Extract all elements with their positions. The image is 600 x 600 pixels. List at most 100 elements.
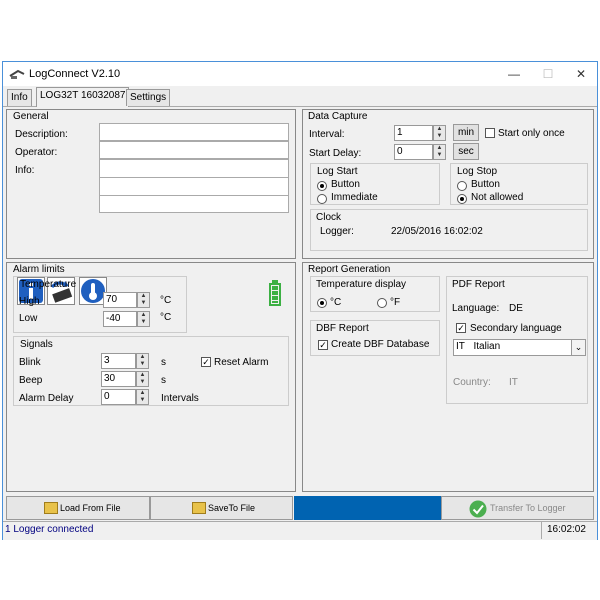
status-message: 1 Logger connected (5, 524, 94, 535)
log-stop-title: Log Stop (457, 166, 498, 177)
log-stop-not-allowed-label: Not allowed (471, 192, 524, 203)
beep-input[interactable]: 30 (101, 371, 136, 387)
celsius-label: °C (330, 297, 342, 308)
high-label: High (19, 296, 40, 307)
start-delay-stepper[interactable]: ▲ ▼ (433, 144, 446, 160)
load-from-file-label: Load From File (60, 503, 121, 513)
general-title: General (13, 111, 49, 122)
high-stepper[interactable]: ▲ ▼ (137, 292, 150, 308)
low-unit: °C (160, 312, 172, 323)
folder-save-icon (192, 502, 206, 514)
log-stop-group: Log Stop Button Not allowed (450, 163, 588, 205)
start-delay-label: Start Delay: (309, 148, 362, 159)
tab-strip: Info LOG32T 16032087 Settings (3, 86, 597, 107)
save-to-file-button[interactable]: SaveTo File (150, 496, 293, 520)
country-label: Country: (453, 377, 491, 388)
status-bar: 1 Logger connected 16:02:02 (3, 521, 597, 540)
save-to-file-label: SaveTo File (208, 503, 256, 513)
log-start-title: Log Start (317, 166, 358, 177)
beep-label: Beep (19, 375, 43, 386)
secondary-language-select[interactable]: IT Italian ⌄ (453, 339, 586, 356)
fahrenheit-radio[interactable] (377, 298, 387, 308)
interval-unit-button[interactable]: min (453, 124, 479, 141)
secondary-language-checkbox[interactable]: ✓ (456, 323, 466, 333)
chevron-down-icon[interactable]: ⌄ (571, 340, 585, 355)
signals-group: Signals Blink 3 ▲ ▼ s ✓ Reset Alarm Beep … (13, 336, 289, 406)
operator-field[interactable] (99, 141, 289, 159)
log-start-button-radio[interactable] (317, 181, 327, 191)
beep-stepper[interactable]: ▲ ▼ (136, 371, 149, 387)
info-field[interactable] (99, 159, 289, 213)
interval-input[interactable]: 1 (394, 125, 433, 141)
report-generation-title: Report Generation (308, 264, 391, 275)
beep-unit: s (161, 375, 166, 386)
fahrenheit-label: °F (390, 297, 401, 308)
create-dbf-label: Create DBF Database (331, 339, 430, 350)
secondary-language-label: Secondary language (470, 323, 562, 334)
checkmark-icon (469, 500, 487, 518)
low-stepper[interactable]: ▲ ▼ (137, 311, 150, 327)
description-label: Description: (15, 129, 68, 140)
report-generation-panel: Report Generation Temperature display °C… (302, 262, 594, 492)
tab-logger[interactable]: LOG32T 16032087 (36, 87, 130, 107)
secondary-language-name: Italian (473, 341, 501, 352)
clock-logger-value: 22/05/2016 16:02:02 (391, 226, 483, 237)
clock-logger-label: Logger: (320, 226, 354, 237)
dbf-report-group: DBF Report ✓ Create DBF Database (310, 320, 440, 356)
country-value: IT (509, 377, 518, 388)
high-input[interactable]: 70 (103, 292, 137, 308)
language-value: DE (509, 303, 523, 314)
app-icon (9, 69, 25, 79)
log-start-group: Log Start Button Immediate (310, 163, 440, 205)
minimize-button[interactable]: — (497, 62, 531, 86)
start-delay-unit-button[interactable]: sec (453, 143, 479, 160)
close-button[interactable]: ✕ (564, 62, 598, 86)
language-label: Language: (452, 303, 500, 314)
reset-alarm-label: Reset Alarm (214, 357, 269, 368)
celsius-radio[interactable] (317, 298, 327, 308)
status-time-panel: 16:02:02 (541, 522, 598, 539)
secondary-language-code: IT (456, 341, 465, 352)
log-stop-not-allowed-radio[interactable] (457, 194, 467, 204)
interval-stepper[interactable]: ▲ ▼ (433, 125, 446, 141)
low-input[interactable]: -40 (103, 311, 137, 327)
log-stop-button-label: Button (471, 179, 500, 190)
description-field[interactable] (99, 123, 289, 141)
blink-stepper[interactable]: ▲ ▼ (136, 353, 149, 369)
temperature-display-group: Temperature display °C °F (310, 276, 440, 312)
log-start-immediate-radio[interactable] (317, 194, 327, 204)
pdf-report-title: PDF Report (452, 279, 505, 290)
tab-settings[interactable]: Settings (126, 89, 171, 106)
alarm-delay-input[interactable]: 0 (101, 389, 136, 405)
start-only-once-checkbox[interactable] (485, 128, 495, 138)
interval-label: Interval: (309, 129, 345, 140)
dbf-report-title: DBF Report (316, 323, 369, 334)
log-start-button-label: Button (331, 179, 360, 190)
start-delay-input[interactable]: 0 (394, 144, 433, 160)
maximize-button[interactable]: ☐ (531, 62, 565, 86)
status-time: 16:02:02 (547, 524, 586, 535)
temperature-title: Temperature (20, 279, 77, 290)
action-bar: Load From File SaveTo File Transfer To L… (3, 495, 597, 521)
alarm-limits-panel: Alarm limits Temperature High 70 ▲ ▼ °C L… (6, 262, 296, 492)
reset-alarm-checkbox[interactable]: ✓ (201, 357, 211, 367)
log-stop-button-radio[interactable] (457, 181, 467, 191)
alarm-delay-unit: Intervals (161, 393, 199, 404)
alarm-limits-title: Alarm limits (13, 264, 65, 275)
info-label: Info: (15, 165, 35, 176)
load-from-file-button[interactable]: Load From File (6, 496, 150, 520)
operator-label: Operator: (15, 147, 58, 158)
clock-title: Clock (316, 212, 342, 223)
tab-content: General Description: Operator: Info: Dat… (3, 107, 597, 495)
window-title: LogConnect V2.10 (29, 68, 121, 80)
blink-input[interactable]: 3 (101, 353, 136, 369)
title-bar[interactable]: LogConnect V2.10 — ☐ ✕ (3, 62, 597, 86)
temperature-group: Temperature High 70 ▲ ▼ °C Low -40 ▲ ▼ °C (13, 276, 187, 333)
data-capture-panel: Data Capture Interval: 1 ▲ ▼ min Start on… (302, 109, 594, 259)
create-dbf-checkbox[interactable]: ✓ (318, 340, 328, 350)
transfer-to-logger-label: Transfer To Logger (490, 503, 566, 513)
tab-info[interactable]: Info (7, 89, 32, 106)
transfer-to-logger-button[interactable]: Transfer To Logger (441, 496, 594, 520)
alarm-delay-stepper[interactable]: ▲ ▼ (136, 389, 149, 405)
app-window: LogConnect V2.10 — ☐ ✕ Info LOG32T 16032… (2, 61, 598, 540)
